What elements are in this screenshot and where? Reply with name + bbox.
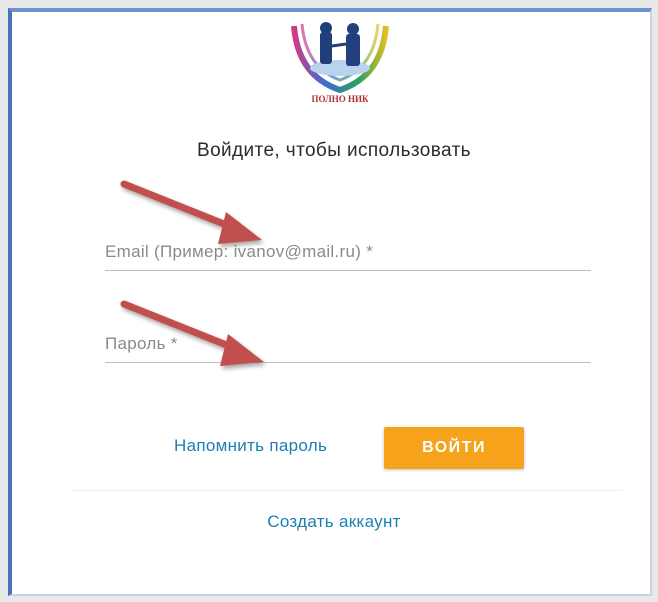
screenshot-frame: ПОЛНО НИК Войдите, чтобы использовать На… bbox=[0, 0, 658, 602]
create-account-link[interactable]: Создать аккаунт bbox=[12, 512, 656, 532]
logo-caption: ПОЛНО НИК bbox=[311, 94, 369, 104]
login-heading: Войдите, чтобы использовать bbox=[197, 140, 471, 161]
email-field-wrapper bbox=[105, 242, 591, 271]
arrow-to-email bbox=[120, 180, 262, 244]
email-input[interactable] bbox=[105, 242, 591, 271]
login-card: ПОЛНО НИК Войдите, чтобы использовать На… bbox=[8, 8, 652, 596]
organization-logo: ПОЛНО НИК bbox=[291, 22, 389, 104]
password-input[interactable] bbox=[105, 334, 591, 363]
remind-password-link[interactable]: Напомнить пароль bbox=[174, 436, 327, 456]
login-button[interactable]: ВОЙТИ bbox=[384, 427, 524, 469]
password-field-wrapper bbox=[105, 334, 591, 363]
divider bbox=[72, 490, 622, 491]
